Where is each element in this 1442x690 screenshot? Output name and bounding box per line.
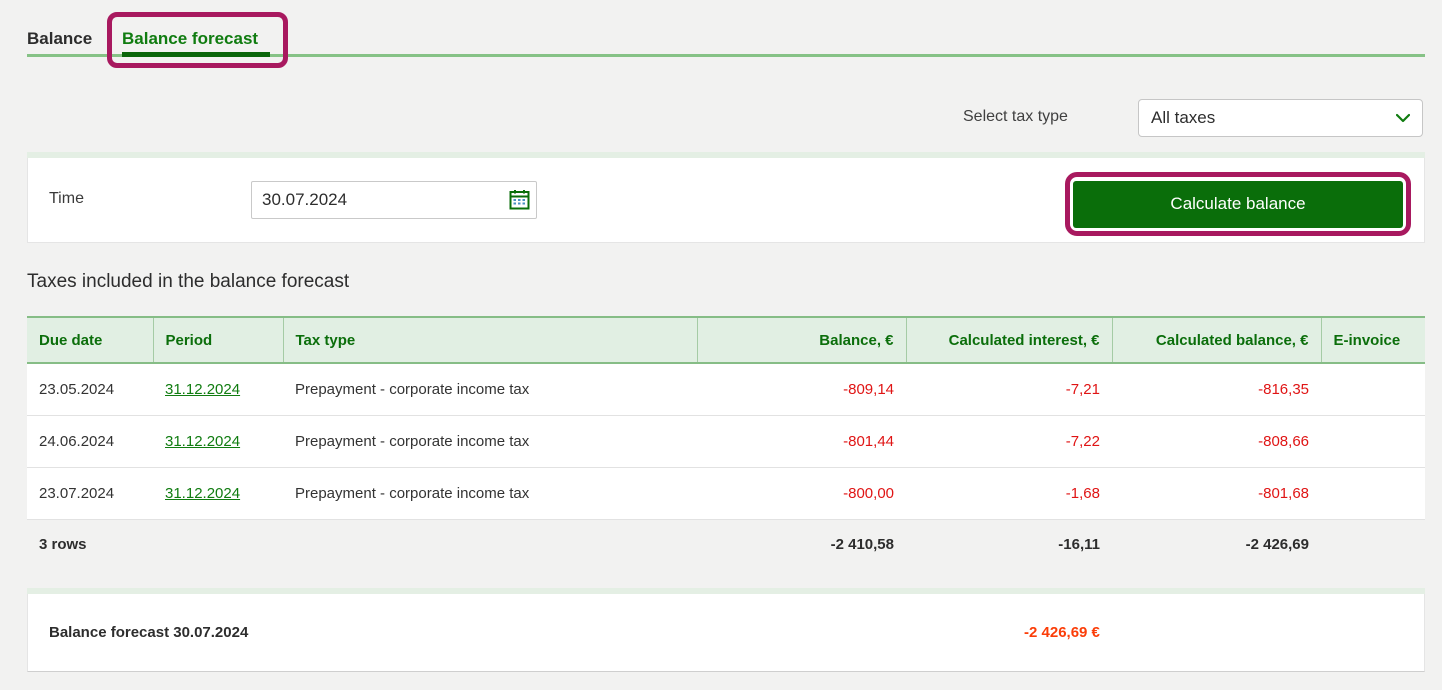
- balance-forecast-page: Balance Balance forecast Select tax type…: [0, 0, 1442, 690]
- calendar-picker-button[interactable]: [509, 189, 530, 210]
- col-header-calculated-balance: Calculated balance, €: [1112, 316, 1322, 364]
- interest-cell: -7,22: [906, 415, 1112, 468]
- table-row: 24.06.2024 31.12.2024 Prepayment - corpo…: [27, 415, 1425, 468]
- table-header-row: Due date Period Tax type Balance, € Calc…: [27, 316, 1425, 364]
- period-link[interactable]: 31.12.2024: [165, 381, 240, 398]
- summary-total-value: -2 426,69 €: [1024, 624, 1100, 641]
- e-invoice-cell: [1321, 467, 1425, 520]
- tax-type-cell: Prepayment - corporate income tax: [283, 363, 697, 416]
- period-link[interactable]: 31.12.2024: [165, 433, 240, 450]
- balance-cell: -809,14: [697, 363, 906, 416]
- select-tax-type-label: Select tax type: [963, 108, 1068, 125]
- calculated-balance-cell: -808,66: [1112, 415, 1321, 468]
- taxes-table: Due date Period Tax type Balance, € Calc…: [27, 316, 1425, 569]
- tab-balance[interactable]: Balance: [27, 28, 92, 50]
- tax-type-cell: Prepayment - corporate income tax: [283, 467, 697, 520]
- balance-cell: -801,44: [697, 415, 906, 468]
- e-invoice-cell: [1321, 363, 1425, 416]
- col-header-balance: Balance, €: [697, 316, 907, 364]
- balance-total: -2 410,58: [830, 535, 894, 553]
- row-count: 3 rows: [39, 535, 87, 553]
- table-row: 23.05.2024 31.12.2024 Prepayment - corpo…: [27, 363, 1425, 416]
- time-date-input[interactable]: [251, 181, 537, 219]
- due-date-cell: 24.06.2024: [27, 415, 153, 468]
- active-tab-underline: [122, 52, 270, 57]
- col-header-tax-type: Tax type: [283, 316, 698, 364]
- col-header-calculated-interest: Calculated interest, €: [906, 316, 1113, 364]
- calculate-balance-button[interactable]: Calculate balance: [1073, 180, 1403, 228]
- col-header-period: Period: [153, 316, 284, 364]
- period-cell: 31.12.2024: [153, 415, 283, 468]
- balance-cell: -800,00: [697, 467, 906, 520]
- e-invoice-cell: [1321, 415, 1425, 468]
- tax-type-cell: Prepayment - corporate income tax: [283, 415, 697, 468]
- calculated-balance-total: -2 426,69: [1245, 535, 1309, 553]
- calendar-icon: [509, 190, 530, 210]
- tax-type-dropdown[interactable]: All taxes: [1138, 99, 1423, 137]
- summary-label: Balance forecast 30.07.2024: [49, 624, 249, 641]
- date-field-wrap: [251, 181, 537, 219]
- period-cell: 31.12.2024: [153, 467, 283, 520]
- period-cell: 31.12.2024: [153, 363, 283, 416]
- period-link[interactable]: 31.12.2024: [165, 485, 240, 502]
- time-filter-card-body: Time Calculate: [27, 158, 1425, 243]
- tax-type-dropdown-value: All taxes: [1151, 108, 1216, 127]
- time-label: Time: [49, 190, 84, 207]
- col-header-due-date: Due date: [27, 316, 154, 364]
- summary-card-body: Balance forecast 30.07.2024 -2 426,69 €: [27, 594, 1425, 672]
- table-totals-row: 3 rows -2 410,58 -16,11 -2 426,69: [27, 519, 1425, 569]
- interest-cell: -7,21: [906, 363, 1112, 416]
- tab-balance-forecast[interactable]: Balance forecast: [122, 28, 258, 50]
- chevron-down-icon: [1396, 113, 1410, 123]
- calculated-balance-cell: -801,68: [1112, 467, 1321, 520]
- due-date-cell: 23.05.2024: [27, 363, 153, 416]
- section-title: Taxes included in the balance forecast: [27, 271, 350, 292]
- due-date-cell: 23.07.2024: [27, 467, 153, 520]
- table-row: 23.07.2024 31.12.2024 Prepayment - corpo…: [27, 467, 1425, 520]
- interest-total: -16,11: [1058, 535, 1100, 553]
- annotation-highlight-button: Calculate balance: [1065, 172, 1411, 236]
- col-header-e-invoice: E-invoice: [1321, 316, 1425, 364]
- interest-cell: -1,68: [906, 467, 1112, 520]
- balance-forecast-summary-card: Balance forecast 30.07.2024 -2 426,69 €: [27, 588, 1425, 672]
- calculated-balance-cell: -816,35: [1112, 363, 1321, 416]
- time-filter-card: Time Calculate: [27, 152, 1425, 243]
